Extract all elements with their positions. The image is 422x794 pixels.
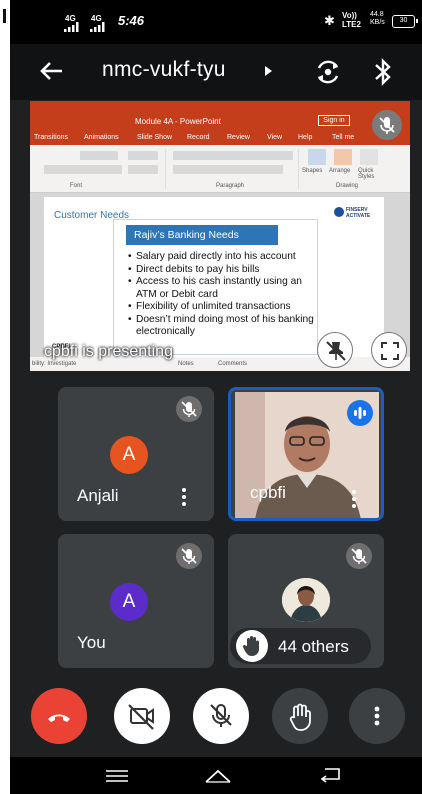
camera-switch-icon[interactable] [314,58,342,86]
home-icon[interactable] [203,765,233,785]
raise-hand-button[interactable] [272,688,328,744]
bluetooth-icon[interactable] [372,57,394,87]
system-nav-bar [10,757,422,794]
clock: 5:46 [118,13,145,28]
mic-off-icon [210,704,232,727]
ppt-group-label: Paragraph [216,183,245,189]
fullscreen-icon [381,342,399,360]
battery-icon: 30 [392,15,418,28]
more-vert-icon [374,706,380,726]
meet-screen: 4G 4G 5:46 ✱ Vo)) LTE2 44.8 KB/s 30 nmc-… [10,0,422,794]
list-item: Access to his cash instantly using an AT… [128,276,318,301]
list-item: Salary paid directly into his account [128,251,318,264]
ppt-notes: Notes [178,361,194,367]
ppt-status-text: bility: Investigate [32,361,77,367]
ppt-comments: Comments [218,361,248,367]
recents-icon[interactable] [104,768,130,784]
participant-name: You [77,633,106,652]
more-vert-icon[interactable] [352,490,356,508]
ppt-tab: Transitions [34,134,68,141]
volte-label: Vo)) LTE2 [342,11,361,29]
participant-tile-others[interactable]: 44 others [228,534,384,668]
back-nav-icon[interactable] [319,766,343,784]
ppt-titlebar: Module 4A - PowerPoint Sign in [30,101,410,131]
ppt-window-title: Module 4A - PowerPoint [135,117,221,126]
ppt-tab: Help [298,134,313,141]
ppt-ribbon: Shapes Arrange Quick Styles Font Paragra… [30,145,410,193]
signal-1-icon [64,22,79,32]
ppt-button: Shapes [302,168,323,174]
unpin-button[interactable] [317,332,353,368]
ppt-tab: Animations [84,134,119,141]
presenter-mic-status [372,110,402,140]
slide-logo: FINSERV ACTIVATE [334,206,376,222]
ppt-tab: View [267,134,283,141]
call-controls [10,673,422,757]
status-bar: 4G 4G 5:46 ✱ Vo)) LTE2 44.8 KB/s 30 [10,0,422,44]
ppt-button: Quick Styles [358,168,375,180]
end-call-button[interactable] [31,688,87,744]
arrow-left-icon[interactable] [36,56,66,86]
participant-mute-status [176,543,202,569]
ppt-group-label: Drawing [336,183,359,189]
ppt-ribbon-tabs: Transitions Animations Slide Show Record… [30,131,410,145]
mic-off-icon [351,548,367,564]
camera-off-icon [128,704,154,730]
screen-edge [0,0,10,794]
ppt-tab: Review [227,134,250,141]
ppt-button: Arrange [329,168,351,174]
battery-level: 30 [399,17,408,24]
speed-label: 44.8 KB/s [370,11,385,26]
participant-mute-status [176,396,202,422]
slide-logo-text: FINSERV ACTIVATE [346,207,371,219]
ppt-tab: Tell me [332,134,355,141]
participant-tile-you[interactable]: A You [58,534,214,668]
signal-2-icon [90,22,105,32]
mic-off-icon [181,548,197,564]
participant-name: Anjali [77,486,119,505]
bluetooth-status-icon: ✱ [324,13,335,28]
ppt-tab: Record [187,134,210,141]
list-item: Doesn’t mind doing most of his banking e… [128,314,318,339]
ppt-tab: Slide Show [137,134,173,141]
raise-hand-icon [236,630,268,662]
others-count-label: 44 others [278,637,349,656]
ppt-signin-button: Sign in [318,115,350,126]
meeting-code[interactable]: nmc-vukf-tyu [102,58,226,82]
camera-toggle-button[interactable] [114,688,170,744]
phone-hangup-icon [48,714,70,722]
more-options-button[interactable] [349,688,405,744]
more-vert-icon[interactable] [182,488,186,506]
mic-off-icon [181,401,197,417]
mic-off-icon [379,117,395,134]
mic-toggle-button[interactable] [193,688,249,744]
participant-name: cpbfi [250,483,286,502]
fullscreen-button[interactable] [371,332,407,368]
list-item: Direct debits to pay his bills [128,264,318,277]
ppt-group-label: Font [70,183,83,189]
speaking-indicator-icon [347,400,373,426]
needs-box-heading: Rajiv’s Banking Needs [126,225,278,245]
presenting-label: cpbfi is presenting [44,343,173,360]
needs-list: Salary paid directly into his account Di… [128,251,318,339]
participant-photo [282,578,330,622]
raise-hand-icon [289,703,311,731]
avatar: A [110,583,148,621]
participant-mute-status [346,543,372,569]
avatar: A [110,436,148,474]
participant-tile-anjali[interactable]: A Anjali [58,387,214,521]
list-item: Flexibility of unlimited transactions [128,301,318,314]
meeting-header: nmc-vukf-tyu [10,44,422,100]
participant-tile-cpbfi[interactable]: cpbfi [228,387,384,521]
presentation-view[interactable]: Module 4A - PowerPoint Sign in Transitio… [30,101,410,371]
others-chip[interactable]: 44 others [230,628,371,664]
caret-right-icon[interactable] [265,66,272,76]
unpin-icon [326,341,346,361]
